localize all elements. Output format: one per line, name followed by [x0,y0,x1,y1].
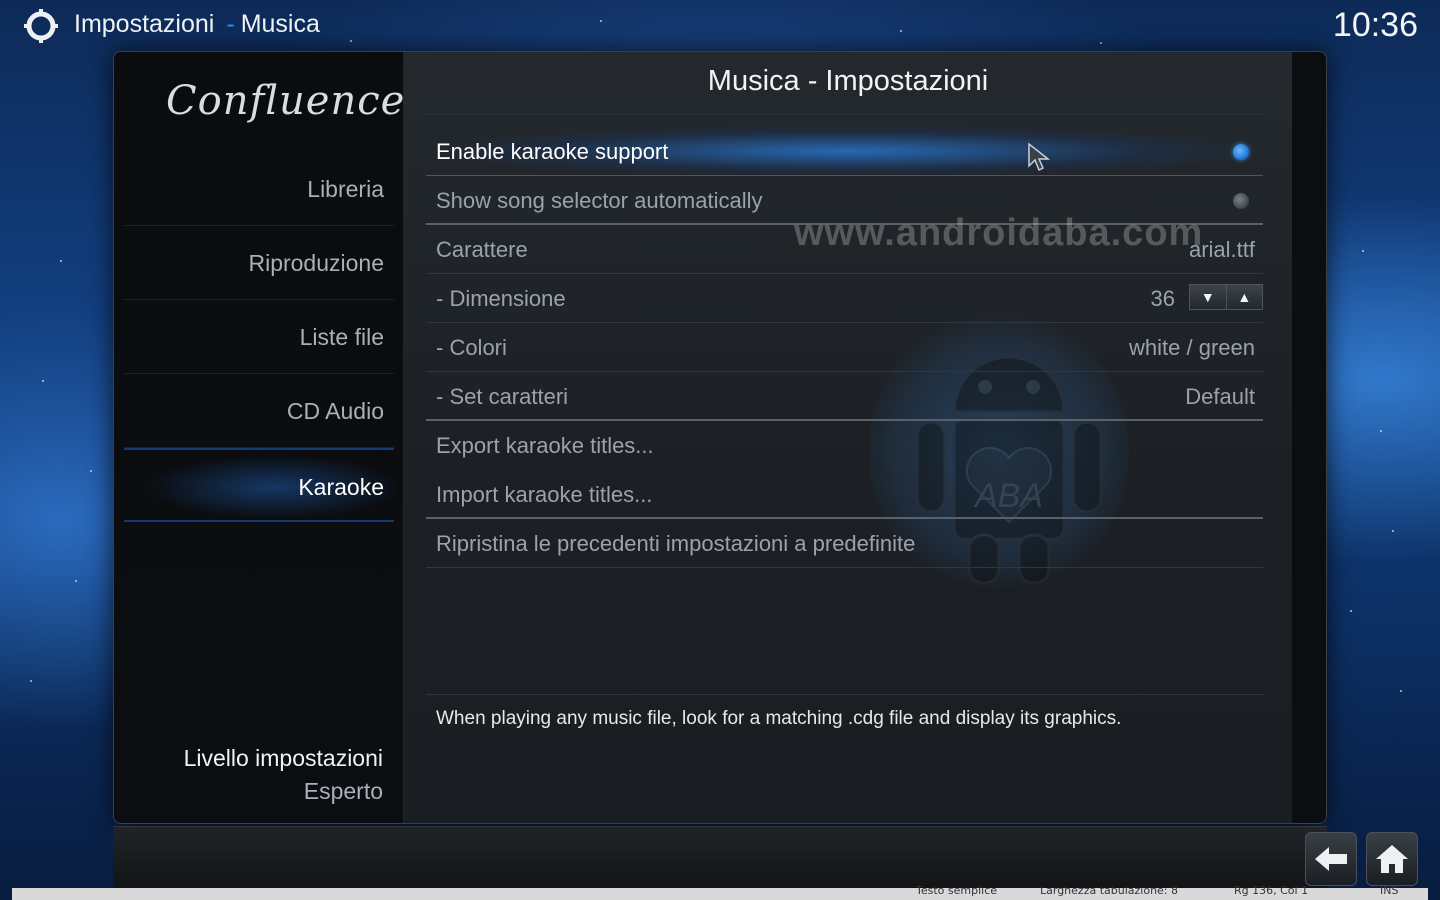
top-bar: Impostazioni - Musica 10:36 [0,0,1440,50]
sidebar-item-label: Liste file [299,324,384,350]
setting-reset-defaults[interactable]: Ripristina le precedenti impostazioni a … [426,519,1263,568]
divider [426,694,1263,695]
breadcrumb-section: Impostazioni [74,10,215,38]
settings-dialog: Confluence Libreria Riproduzione Liste f… [113,51,1327,824]
setting-import-titles[interactable]: Import karaoke titles... [426,470,1263,519]
spin-down-button[interactable]: ▼ [1190,285,1227,309]
setting-label: Export karaoke titles... [436,433,654,458]
setting-colors[interactable]: - Colori white / green [426,323,1263,372]
underlying-editor-status-bar: Testo semplice Larghezza tabulazione: 8 … [12,884,1428,900]
sidebar-item-label: Libreria [307,176,384,202]
breadcrumb-separator: - [226,10,235,38]
settings-panel: Musica - Impostazioni × ABA Enable karao… [404,52,1292,823]
dialog-title: Musica - Impostazioni [707,65,989,97]
setting-label: - Set caratteri [436,384,569,409]
setting-enable-karaoke[interactable]: Enable karaoke support [426,127,1263,176]
mouse-pointer-icon [1028,142,1051,172]
status-position: Rg 136, Col 1 [1234,884,1309,897]
setting-description: When playing any music file, look for a … [436,708,1122,729]
radio-off-icon [1233,193,1249,209]
sidebar-item-cd-audio[interactable]: CD Audio [124,374,394,448]
setting-value: white / green [1129,335,1255,360]
settings-level-value: Esperto [303,778,383,804]
setting-label: Import karaoke titles... [436,482,653,507]
setting-font-size[interactable]: - Dimensione 36 ▼ ▲ [426,274,1263,323]
sidebar-item-libreria[interactable]: Libreria [124,152,394,226]
home-icon [1376,845,1408,873]
home-button[interactable] [1366,832,1418,886]
setting-value: Default [1185,384,1255,409]
settings-sidebar: Confluence Libreria Riproduzione Liste f… [114,52,404,823]
settings-gear-icon [24,9,58,43]
setting-label: - Colori [436,335,507,360]
setting-value: 36 [1150,286,1175,311]
settings-level-label: Livello impostazioni [183,745,383,771]
scroll-gutter [1292,52,1326,823]
breadcrumb-subsection: Musica [240,10,320,38]
setting-charset[interactable]: - Set caratteri Default [426,372,1263,421]
back-button[interactable] [1305,832,1357,886]
setting-label: Carattere [436,237,528,262]
breadcrumb: Impostazioni - Musica [74,10,320,39]
status-ins: INS [1380,884,1399,897]
setting-label: Show song selector automatically [436,188,763,213]
settings-list: Enable karaoke support Show song selecto… [426,127,1263,568]
divider [424,114,1264,115]
clock: 10:36 [1332,6,1418,44]
setting-label: Ripristina le precedenti impostazioni a … [436,531,916,556]
setting-export-titles[interactable]: Export karaoke titles... [426,421,1263,470]
setting-label: Enable karaoke support [436,139,669,164]
radio-on-icon [1233,144,1249,160]
sidebar-item-riproduzione[interactable]: Riproduzione [124,226,394,300]
watermark-text: www.androidaba.com [794,212,1204,254]
sidebar-item-label: Riproduzione [248,250,384,276]
setting-label: - Dimensione [436,286,566,311]
size-spinner: ▼ ▲ [1189,284,1263,310]
back-arrow-icon [1315,847,1347,871]
sidebar-item-label: Karaoke [298,474,384,500]
sidebar-item-karaoke[interactable]: Karaoke [124,448,394,522]
status-mode: Testo semplice [916,884,998,897]
settings-level-selector[interactable]: Livello impostazioni Esperto [184,745,383,805]
bottom-bar [113,826,1327,888]
status-tab-width: Larghezza tabulazione: 8 [1040,884,1179,897]
sidebar-item-label: CD Audio [286,398,384,424]
spin-up-button[interactable]: ▲ [1226,285,1262,309]
brand-logo: Confluence [166,78,406,124]
settings-category-menu: Libreria Riproduzione Liste file CD Audi… [124,152,394,522]
sidebar-item-liste-file[interactable]: Liste file [124,300,394,374]
